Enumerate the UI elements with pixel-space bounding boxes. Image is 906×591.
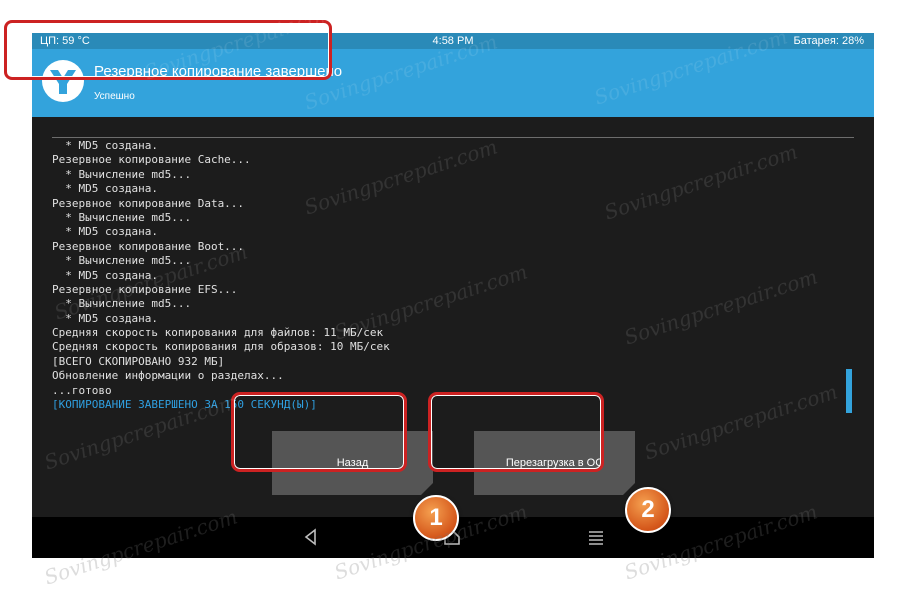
menu-icon[interactable]: [585, 526, 607, 548]
console-line: Резервное копирование EFS...: [52, 282, 238, 296]
console-line: Средняя скорость копирования для файлов:…: [52, 326, 384, 340]
header-highlight-frame: [4, 20, 332, 80]
back-button-highlight-frame: [231, 392, 407, 472]
console-line: * Вычисление md5...: [52, 254, 192, 268]
step-marker-2: 2: [625, 487, 671, 533]
console-line: * Вычисление md5...: [52, 297, 192, 311]
header-subtitle: Успешно: [94, 91, 135, 102]
device-screen: ЦП: 59 °C 4:58 PM Батарея: 28% Резервное…: [32, 33, 874, 558]
console-line: * MD5 создана.: [52, 311, 158, 325]
console-line: * Вычисление md5...: [52, 167, 192, 181]
console-line: Средняя скорость копирования для образов…: [52, 340, 390, 354]
console-line: Резервное копирование Cache...: [52, 153, 251, 167]
battery-level: Батарея: 28%: [793, 35, 864, 47]
console-log: * MD5 создана. Резервное копирование Cach…: [52, 139, 842, 411]
console-line: Обновление информации о разделах...: [52, 369, 284, 383]
console-line: Резервное копирование Boot...: [52, 239, 245, 253]
console-line: * MD5 создана.: [52, 268, 158, 282]
separator-line: [52, 137, 854, 138]
console-line: * Вычисление md5...: [52, 210, 192, 224]
reboot-button-highlight-frame: [428, 392, 604, 472]
console-scrollbar[interactable]: [846, 369, 852, 413]
console-line: Резервное копирование Data...: [52, 196, 245, 210]
console-line: * MD5 создана.: [52, 225, 158, 239]
console-line: * MD5 создана.: [52, 182, 158, 196]
back-triangle-icon[interactable]: [300, 526, 322, 548]
step-marker-1: 1: [413, 495, 459, 541]
console-line: * MD5 создана.: [52, 139, 158, 152]
console-line: [ВСЕГО СКОПИРОВАНО 932 МБ]: [52, 354, 225, 368]
